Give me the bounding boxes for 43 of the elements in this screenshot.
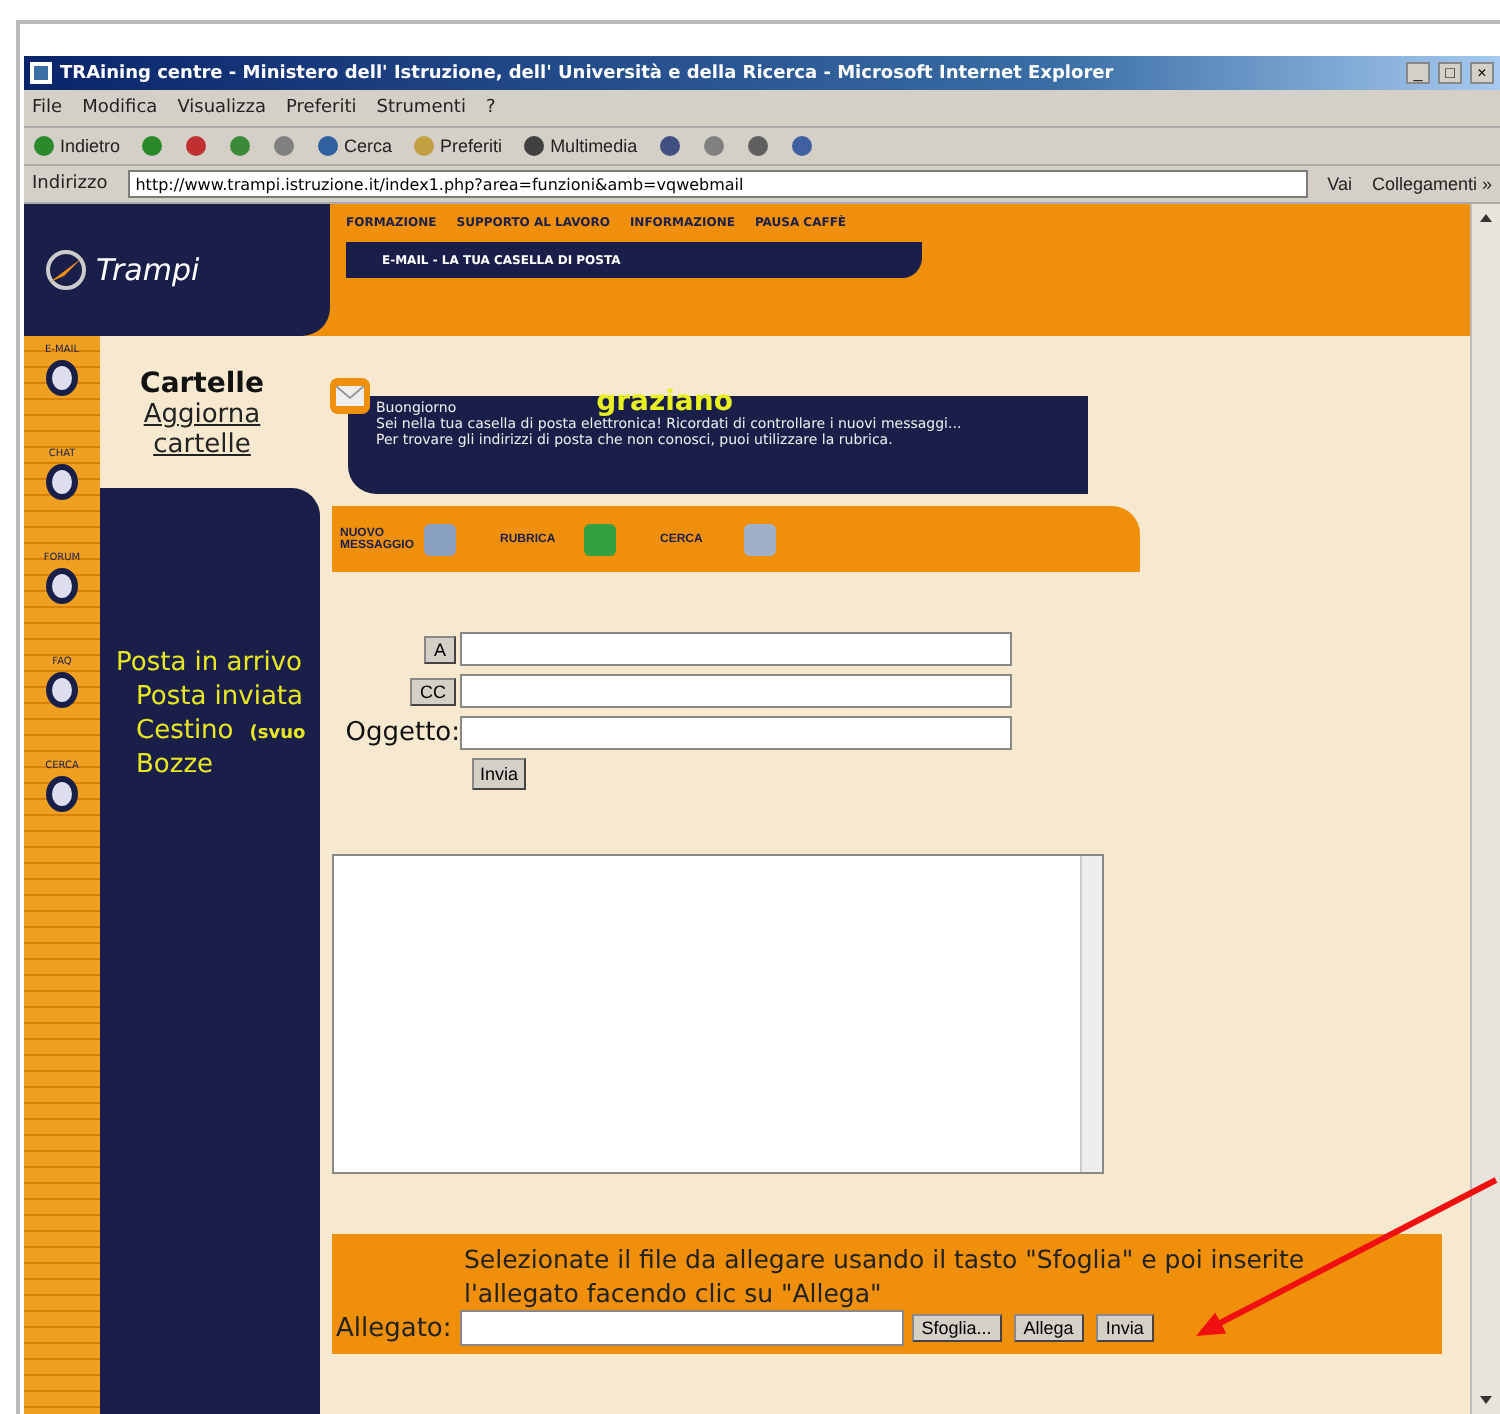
cc-field[interactable]: [460, 674, 1012, 708]
toolbar-button[interactable]: Multimedia: [522, 134, 638, 158]
window-control-button[interactable]: _: [1406, 62, 1430, 84]
envelope-icon: [328, 376, 372, 416]
send-button[interactable]: Invia: [1095, 1314, 1154, 1342]
logo-swoosh-icon: [44, 248, 88, 292]
refresh-folders-link[interactable]: Aggiorna cartelle: [132, 400, 272, 460]
address-label: Indirizzo: [32, 174, 108, 194]
folder-link[interactable]: Posta in arrivo: [100, 648, 320, 678]
scrollbar[interactable]: [1470, 204, 1500, 1414]
toolbar-button[interactable]: Indietro: [32, 134, 121, 158]
menu-item[interactable]: Preferiti: [286, 98, 357, 118]
attachment-label: Allegato:: [336, 1313, 452, 1343]
attachment-instructions: Selezionate il file da allegare usando il tasto "Sfoglia" e poi inserite l'allegato facendo clic su "Allega": [464, 1242, 1307, 1310]
window-control-button[interactable]: ×: [1470, 62, 1494, 84]
window-title: TRAining centre - Ministero dell' Istruzione, dell' Università e della Ricerca - Microsoft Internet Explorer: [60, 63, 1116, 83]
attach-button[interactable]: Allega: [1013, 1314, 1084, 1342]
menu-item[interactable]: Strumenti: [376, 98, 466, 118]
to-field[interactable]: [460, 632, 1012, 666]
to-button[interactable]: A: [423, 635, 456, 663]
folder-link[interactable]: Cestino (svuo: [100, 716, 320, 746]
browser-icon: [30, 62, 52, 84]
go-button[interactable]: Vai: [1327, 174, 1352, 194]
toolbar-button[interactable]: Preferiti: [412, 134, 503, 158]
toolbar-button[interactable]: Cerca: [316, 134, 393, 158]
window-control-button[interactable]: □: [1438, 62, 1462, 84]
folder-link[interactable]: Posta inviata: [100, 682, 320, 712]
menu-item[interactable]: File: [32, 98, 63, 118]
site-logo[interactable]: Trampi: [24, 204, 330, 336]
folders-title: Cartelle: [140, 368, 264, 400]
menu-item[interactable]: Visualizza: [177, 98, 267, 118]
file-field[interactable]: [459, 1310, 904, 1346]
links-button[interactable]: Collegamenti »: [1371, 174, 1492, 194]
menu-item[interactable]: ?: [485, 98, 496, 118]
subject-label: Oggetto:: [345, 718, 460, 748]
menu-item[interactable]: Modifica: [82, 98, 158, 118]
user-name: graziano: [596, 388, 733, 416]
send-button[interactable]: Invia: [472, 758, 527, 790]
folder-link[interactable]: Bozze: [100, 750, 320, 780]
cc-button[interactable]: CC: [410, 677, 456, 705]
browse-button[interactable]: Sfoglia...: [911, 1314, 1002, 1342]
subject-field[interactable]: [460, 716, 1012, 750]
address-field[interactable]: http://www.trampi.istruzione.it/index1.php?area=funzioni&amb=vqwebmail: [127, 170, 1308, 198]
